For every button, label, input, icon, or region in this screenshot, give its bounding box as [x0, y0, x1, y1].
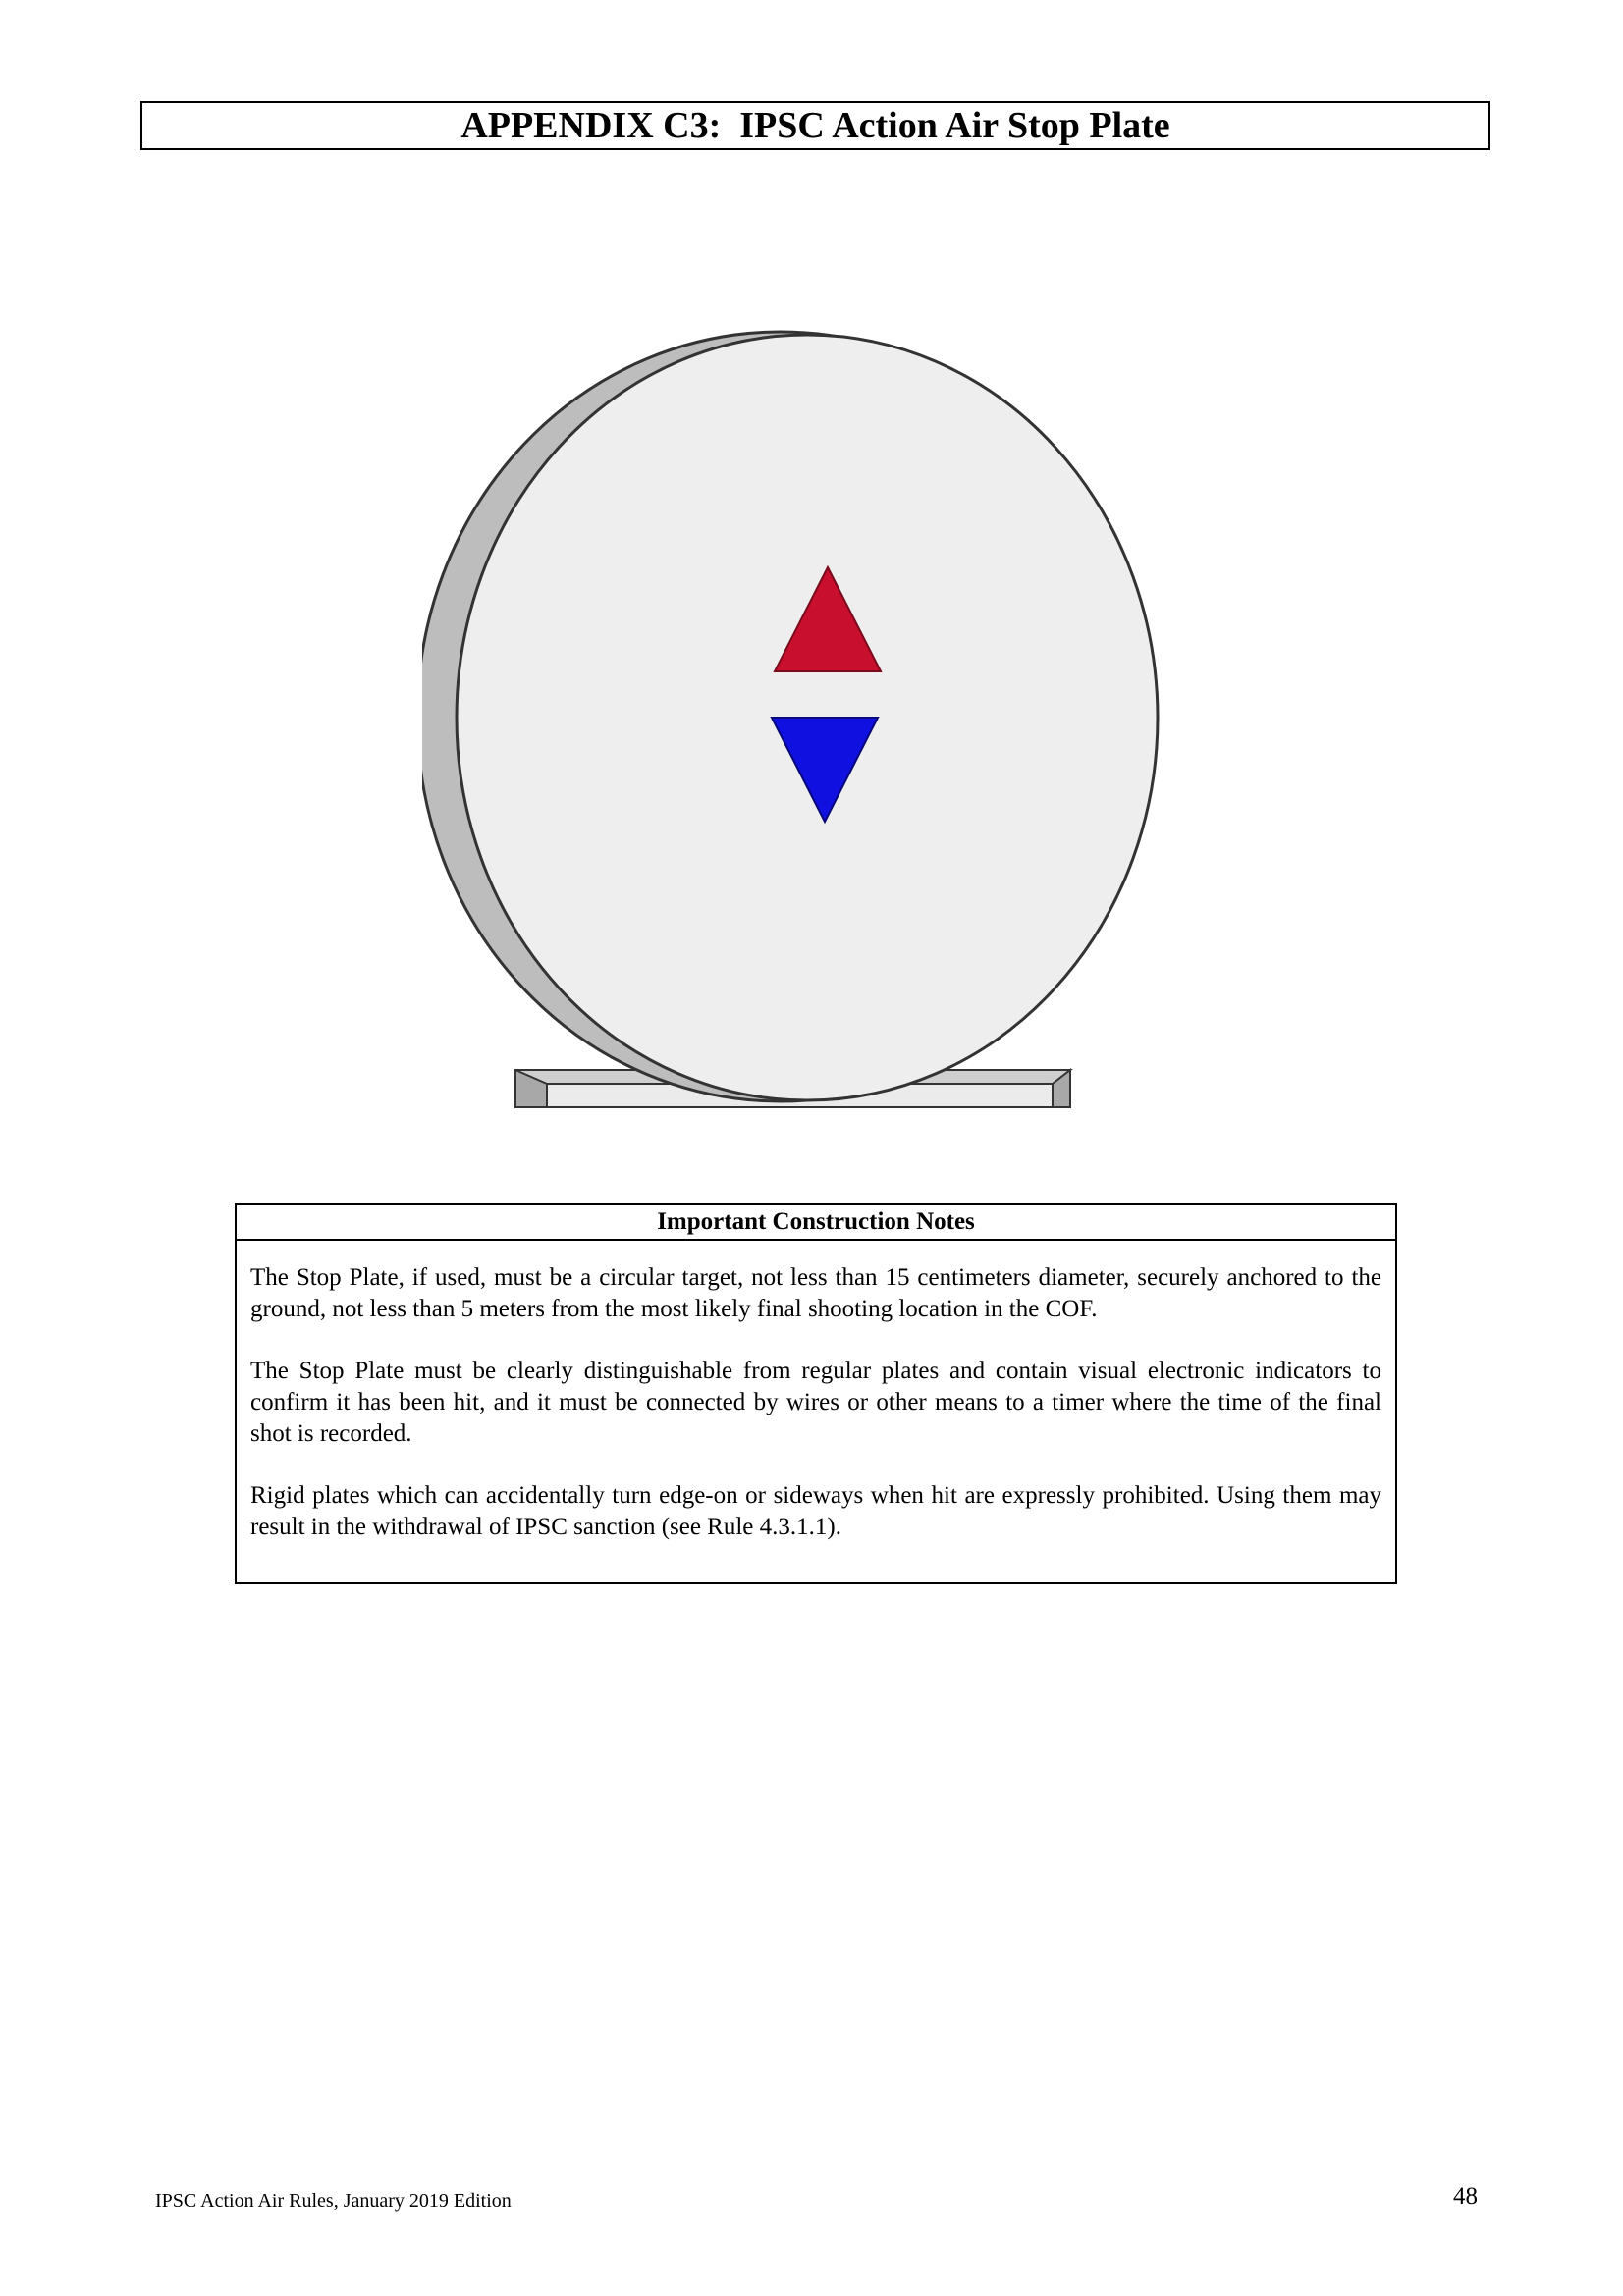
appendix-title-box: APPENDIX C3: IPSC Action Air Stop Plate	[140, 101, 1490, 150]
notes-body: The Stop Plate, if used, must be a circu…	[237, 1241, 1395, 1543]
notes-paragraph: The Stop Plate, if used, must be a circu…	[250, 1264, 1381, 1322]
construction-notes-box: Important Construction Notes The Stop Pl…	[235, 1203, 1397, 1584]
stop-plate-figure	[422, 329, 1208, 1114]
footer-edition-text: IPSC Action Air Rules, January 2019 Edit…	[155, 2190, 512, 2212]
page-title: APPENDIX C3: IPSC Action Air Stop Plate	[460, 105, 1170, 146]
page-number: 48	[1453, 2183, 1478, 2210]
stop-plate-illustration	[422, 330, 1160, 1108]
notes-heading: Important Construction Notes	[237, 1205, 1395, 1241]
notes-paragraph: The Stop Plate must be clearly distingui…	[250, 1358, 1381, 1447]
notes-paragraph: Rigid plates which can accidentally turn…	[250, 1482, 1381, 1540]
